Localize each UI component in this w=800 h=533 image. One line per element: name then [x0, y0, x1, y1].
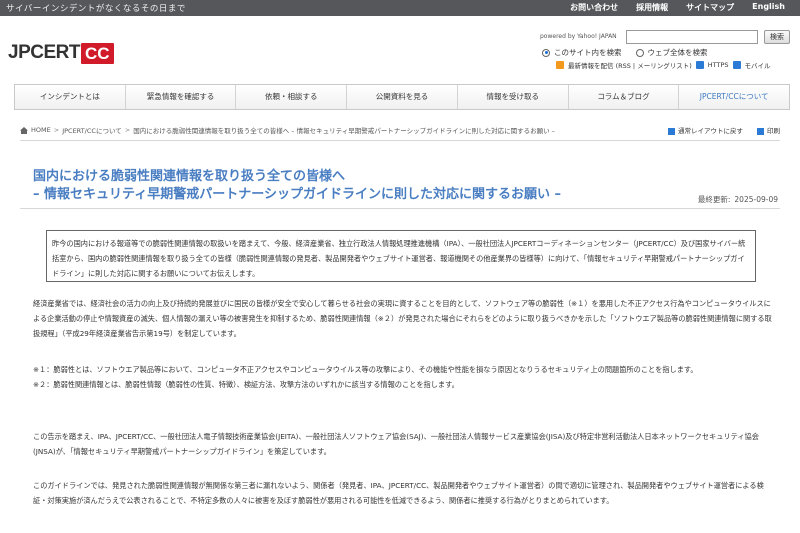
normal-layout-label: 通常レイアウトに戻す — [678, 127, 743, 135]
radio-web[interactable] — [635, 48, 644, 57]
nav-column-blog[interactable]: コラム＆ブログ — [569, 85, 680, 109]
main-nav: インシデントとは 緊急情報を確認する 依頼・相談する 公開資料を見る 情報を受け… — [14, 84, 790, 110]
divider — [20, 140, 780, 141]
sub-links: 最新情報を配信 (RSS | メーリングリスト) HTTPS モバイル — [556, 60, 771, 70]
note-2: ※２：脆弱性関連情報とは、脆弱性情報（脆弱性の性質、特徴）、検証方法、攻撃方法の… — [33, 380, 459, 389]
rss-icon — [556, 61, 564, 69]
breadcrumb-current: 国内における脆弱性関連情報を取り扱う全ての皆様へ – 情報セキュリティ早期警戒パ… — [133, 127, 555, 135]
top-links: お問い合わせ 採用情報 サイトマップ English — [561, 2, 794, 13]
nav-publications[interactable]: 公開資料を見る — [347, 85, 458, 109]
sitemap-link[interactable]: サイトマップ — [677, 2, 743, 13]
page-title-line1: 国内における脆弱性関連情報を取り扱う全ての皆様へ — [33, 169, 346, 184]
paragraph-4: このガイドラインでは、発見された脆弱性関連情報が無関係な第三者に漏れないよう、関… — [33, 481, 764, 505]
nav-request[interactable]: 依頼・相談する — [236, 85, 348, 109]
notes: ※１：脆弱性とは、ソフトウエア製品等において、コンピュータ不正アクセスやコンピュ… — [33, 362, 775, 392]
print-label: 印刷 — [767, 127, 780, 135]
paragraph-3: この告示を踏まえ、IPA、JPCERT/CC、一般社団法人電子情報技術産業協会(… — [33, 432, 759, 456]
layout-icon — [668, 127, 675, 135]
mobile-icon — [732, 61, 741, 69]
breadcrumb-about[interactable]: JPCERT/CCについて — [62, 125, 122, 135]
divider — [20, 208, 780, 209]
rss-link[interactable]: 最新情報を配信 (RSS | メーリングリスト) — [568, 60, 692, 70]
note-1: ※１：脆弱性とは、ソフトウエア製品等において、コンピュータ不正アクセスやコンピュ… — [33, 365, 698, 374]
radio-web-label: ウェブ全体を検索 — [647, 48, 708, 57]
print-link[interactable]: 印刷 — [757, 125, 780, 135]
home-icon — [20, 126, 28, 134]
powered-by: powered by Yahoo! JAPAN — [540, 33, 617, 40]
radio-site[interactable] — [542, 48, 550, 57]
top-bar: サイバーインシデントがなくなるその日まで お問い合わせ 採用情報 サイトマップ … — [0, 0, 800, 16]
nav-incident[interactable]: インシデントとは — [15, 85, 126, 109]
lock-icon — [695, 61, 704, 69]
site-slogan: サイバーインシデントがなくなるその日まで — [6, 4, 186, 14]
search-input[interactable] — [626, 30, 758, 44]
nav-about[interactable]: JPCERT/CCについて — [679, 85, 789, 109]
page-utilities: 通常レイアウトに戻す 印刷 — [668, 125, 780, 135]
breadcrumb-home[interactable]: HOME — [31, 126, 51, 134]
nav-receive[interactable]: 情報を受け取る — [458, 85, 569, 109]
intro-box: 昨今の国内における報道等での脆弱性関連情報の取扱いを踏まえて、今般、経済産業省、… — [46, 230, 756, 282]
page-title-line2: – 情報セキュリティ早期警戒パートナーシップガイドラインに則した対応に関するお願… — [33, 187, 562, 202]
paragraph-1: 経済産業省では、経済社会の活力の向上及び持続的発展並びに国民の皆様が安全で安心し… — [33, 299, 772, 338]
nav-urgent[interactable]: 緊急情報を確認する — [126, 85, 237, 109]
print-icon — [757, 127, 764, 135]
jpcert-logo[interactable]: JPCERT CC — [8, 42, 114, 64]
logo-text-left: JPCERT — [8, 42, 80, 63]
logo-text-right: CC — [80, 42, 114, 64]
https-link[interactable]: HTTPS — [708, 61, 729, 69]
radio-site-label: このサイト内を検索 — [554, 48, 622, 57]
breadcrumb: HOME > JPCERT/CCについて > 国内における脆弱性関連情報を取り扱… — [20, 125, 555, 135]
mobile-link[interactable]: モバイル — [745, 60, 771, 70]
updated-label: 最終更新: — [697, 195, 731, 204]
search-button[interactable]: 検索 — [764, 30, 790, 44]
contact-link[interactable]: お問い合わせ — [561, 2, 627, 13]
search-scope: このサイト内を検索 ウェブ全体を検索 — [542, 47, 708, 58]
last-updated: 最終更新: 2025-09-09 — [698, 194, 778, 205]
normal-layout-link[interactable]: 通常レイアウトに戻す — [668, 125, 743, 135]
english-link[interactable]: English — [743, 2, 794, 13]
updated-value: 2025-09-09 — [734, 195, 778, 204]
recruit-link[interactable]: 採用情報 — [627, 2, 677, 13]
